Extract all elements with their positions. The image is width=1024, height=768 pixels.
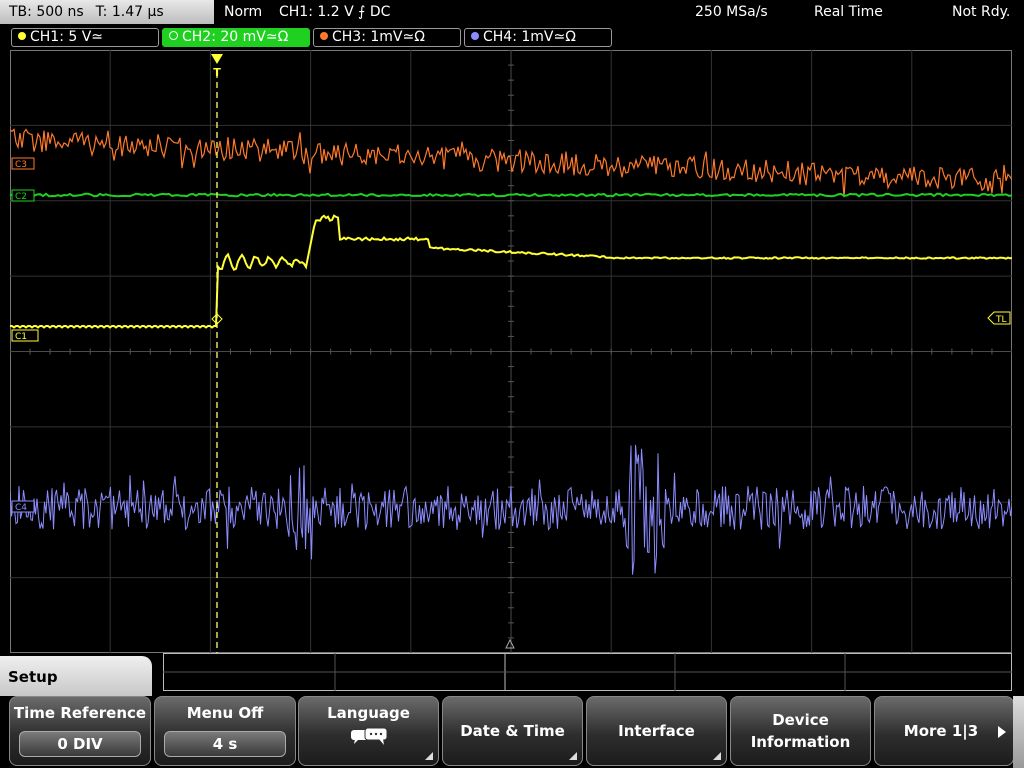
trigger-level-marker[interactable]: TL: [987, 311, 1011, 325]
acquisition-mode: Real Time: [814, 4, 883, 20]
acquisition-state: Not Rdy.: [952, 4, 1011, 20]
svg-text:C2: C2: [15, 192, 27, 202]
trigger-position-marker[interactable]: T: [211, 54, 223, 79]
softkey-label: Menu Off: [186, 704, 264, 722]
svg-text:C1: C1: [15, 332, 27, 342]
time-reference-button[interactable]: Time Reference 0 DIV: [9, 696, 151, 766]
status-bar: TB: 500 ns T: 1.47 µs Norm CH1: 1.2 V ⨍ D…: [0, 0, 1024, 24]
menu-title: Setup: [8, 668, 58, 686]
interface-button[interactable]: Interface: [586, 696, 727, 766]
timebase-readout[interactable]: TB: 500 ns T: 1.47 µs: [0, 0, 214, 24]
softkey-label: Date & Time: [460, 722, 565, 740]
zoom-overview-panel: [163, 653, 1012, 691]
speech-bubble-icon: [350, 727, 387, 745]
channel-label: CH4: 1mV≃Ω: [483, 29, 576, 45]
menu-off-button[interactable]: Menu Off 4 s: [154, 696, 296, 766]
softkey-label: Device: [772, 711, 829, 729]
time-reference-marker: [505, 638, 515, 649]
softkey-label-line2: Information: [750, 733, 851, 751]
panel-edge: [1013, 696, 1024, 768]
svg-text:C3: C3: [15, 160, 27, 170]
sample-rate: 250 MSa/s: [695, 4, 768, 20]
channel-tab-ch4[interactable]: CH4: 1mV≃Ω: [464, 28, 612, 47]
ch3-level-marker[interactable]: C3: [11, 157, 35, 170]
ch1-color-dot: [18, 32, 26, 40]
menu-off-value: 4 s: [164, 731, 286, 757]
softkey-label: Language: [327, 704, 410, 722]
waveform-display[interactable]: T C3 C2 C1 C4 TL: [10, 50, 1012, 653]
ch2-level-marker[interactable]: C2: [11, 189, 35, 202]
trigger-mode[interactable]: Norm: [224, 0, 262, 24]
language-button[interactable]: Language: [298, 696, 439, 766]
timebase-value: TB: 500 ns: [9, 4, 84, 20]
channel-label: CH1: 5 V≃: [30, 29, 104, 45]
svg-text:T: T: [213, 66, 221, 79]
channel-tab-ch1[interactable]: CH1: 5 V≃: [11, 28, 159, 47]
more-menu-button[interactable]: More 1|3: [874, 696, 1014, 766]
next-page-arrow-icon: [998, 726, 1006, 738]
trigger-setting[interactable]: CH1: 1.2 V ⨍ DC: [279, 0, 390, 24]
softkey-label: Interface: [618, 722, 695, 740]
submenu-indicator-icon: [569, 752, 577, 760]
channel-label: CH2: 20 mV≃Ω: [182, 29, 289, 45]
menu-title-tab: Setup: [0, 656, 152, 696]
ch3-color-dot: [320, 32, 328, 40]
submenu-indicator-icon: [713, 752, 721, 760]
channel-tab-ch3[interactable]: CH3: 1mV≃Ω: [313, 28, 461, 47]
ch4-color-dot: [471, 32, 479, 40]
svg-text:C4: C4: [15, 503, 27, 513]
softkey-label: More 1|3: [903, 722, 979, 740]
ch1-level-marker[interactable]: C1: [11, 329, 39, 342]
time-value: T: 1.47 µs: [95, 4, 164, 20]
channel-tab-ch2[interactable]: CH2: 20 mV≃Ω: [162, 28, 310, 47]
graticule: [10, 50, 1012, 653]
time-reference-value: 0 DIV: [19, 731, 141, 757]
ch4-level-marker[interactable]: C4: [11, 500, 35, 513]
submenu-indicator-icon: [425, 752, 433, 760]
softkey-label: Time Reference: [13, 704, 147, 722]
date-time-button[interactable]: Date & Time: [442, 696, 583, 766]
device-information-button[interactable]: Device Information: [730, 696, 871, 766]
ch2-color-dot: [169, 31, 178, 40]
svg-text:TL: TL: [995, 315, 1007, 325]
channel-label: CH3: 1mV≃Ω: [332, 29, 425, 45]
